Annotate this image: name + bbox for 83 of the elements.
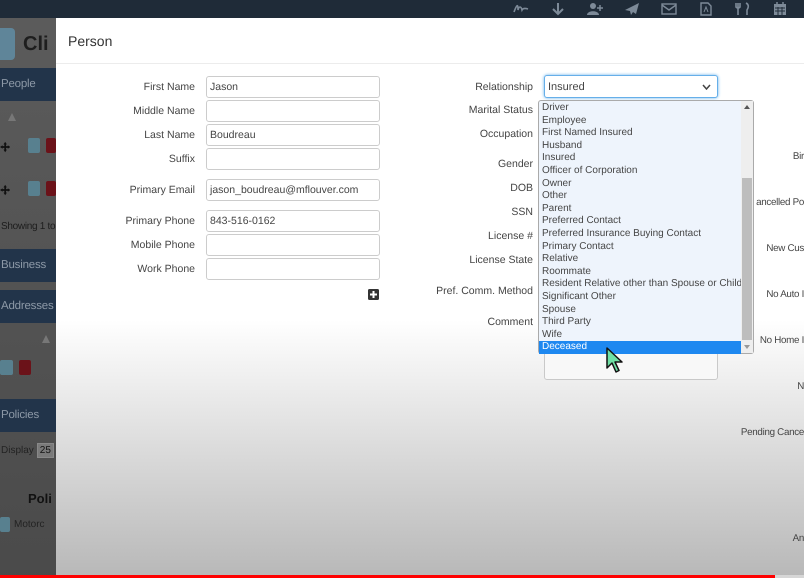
input-field[interactable] bbox=[206, 100, 380, 122]
dropdown-option[interactable]: Preferred Insurance Buying Contact bbox=[539, 228, 741, 241]
relationship-select[interactable]: Insured bbox=[544, 75, 718, 98]
field-label: No Auto I bbox=[766, 288, 804, 302]
field-label: License State bbox=[468, 253, 533, 268]
field-label: Middle Name bbox=[132, 105, 195, 117]
move-icon[interactable] bbox=[0, 184, 10, 196]
field-label: Last Name bbox=[143, 129, 195, 141]
field-label: Mobile Phone bbox=[130, 239, 195, 251]
dropdown-option[interactable]: Primary Contact bbox=[539, 240, 741, 254]
scroll-down-icon[interactable] bbox=[744, 345, 750, 349]
field-label: SSN bbox=[510, 205, 533, 220]
scroll-up-icon[interactable] bbox=[744, 105, 750, 109]
section-header: Addresses bbox=[0, 290, 56, 323]
column-heading: Poli bbox=[27, 490, 53, 508]
client-avatar bbox=[0, 28, 15, 60]
input-field[interactable]: 843-516-0162 bbox=[206, 210, 380, 232]
dropdown-option[interactable]: Deceased bbox=[539, 341, 741, 354]
arrow-down-icon[interactable] bbox=[550, 2, 566, 16]
dropdown-option[interactable]: Preferred Contact bbox=[539, 215, 741, 228]
delete-button[interactable] bbox=[46, 138, 56, 153]
field-label: Gender bbox=[496, 157, 533, 172]
delete-button[interactable] bbox=[46, 181, 56, 196]
page-heading: Cli bbox=[23, 32, 49, 56]
pdf-file-icon[interactable] bbox=[698, 2, 714, 16]
send-icon[interactable] bbox=[624, 2, 640, 16]
input-field[interactable]: Boudreau bbox=[206, 124, 380, 146]
field-label: No Home I bbox=[760, 334, 804, 348]
dropdown-option[interactable]: Owner bbox=[539, 178, 741, 190]
field-label: Work Phone bbox=[136, 263, 195, 275]
dropdown-option[interactable]: Officer of Corporation bbox=[539, 164, 741, 178]
dropdown-option[interactable]: Driver bbox=[539, 102, 741, 115]
input-field[interactable]: jason_boudreau@mflouver.com bbox=[206, 179, 380, 201]
field-label: Relationship bbox=[474, 80, 533, 95]
field-label: DOB bbox=[509, 181, 533, 196]
move-icon[interactable] bbox=[0, 141, 10, 153]
dropdown-option[interactable]: Parent bbox=[539, 202, 741, 216]
field-label: Primary Phone bbox=[124, 215, 195, 227]
field-label: ancelled Po bbox=[756, 196, 804, 210]
input-field[interactable] bbox=[206, 148, 380, 170]
field-label: Occupation bbox=[478, 127, 533, 142]
dropdown-option[interactable]: Third Party bbox=[539, 316, 741, 329]
section-header: Business bbox=[0, 249, 56, 282]
add-user-icon[interactable] bbox=[587, 2, 603, 16]
field-label: N bbox=[797, 380, 804, 394]
field-label: Comment bbox=[486, 315, 533, 330]
dropdown-option[interactable]: Roommate bbox=[539, 266, 741, 278]
field-label: Marital Status bbox=[468, 103, 533, 118]
dropdown-option[interactable]: Other bbox=[539, 190, 741, 203]
field-label: License # bbox=[487, 229, 533, 244]
edit-button[interactable] bbox=[0, 516, 10, 532]
section-header: Policies bbox=[0, 399, 56, 432]
add-icon[interactable] bbox=[368, 289, 379, 300]
scrollbar[interactable] bbox=[741, 101, 753, 353]
field-label: Suffix bbox=[168, 153, 195, 165]
dropdown-option[interactable]: Husband bbox=[539, 140, 741, 152]
chevron-icon bbox=[702, 84, 711, 90]
envelope-icon[interactable] bbox=[661, 2, 677, 16]
sort-arrow-icon[interactable] bbox=[8, 113, 16, 121]
input-field[interactable] bbox=[206, 234, 380, 256]
input-field[interactable] bbox=[206, 258, 380, 280]
dropdown-option[interactable]: Insured bbox=[539, 152, 741, 165]
dropdown-option[interactable]: First Named Insured bbox=[539, 127, 741, 140]
modal-title: Person bbox=[56, 18, 804, 64]
page-size-select[interactable]: 25 bbox=[36, 443, 54, 458]
field-label: Primary Email bbox=[128, 184, 195, 196]
field-label: Pending Cance bbox=[740, 426, 804, 440]
dropdown-option[interactable]: Relative bbox=[539, 253, 741, 266]
dropdown-option[interactable]: Significant Other bbox=[539, 290, 741, 304]
field-label: Bir bbox=[792, 150, 804, 164]
sort-arrow-icon[interactable] bbox=[42, 335, 50, 343]
dropdown-option[interactable]: Employee bbox=[539, 114, 741, 128]
input-field[interactable]: Jason bbox=[206, 76, 380, 98]
field-label: First Name bbox=[142, 81, 195, 93]
field-label: An bbox=[792, 532, 804, 546]
section-header: People bbox=[0, 68, 56, 101]
dropdown-option[interactable]: Wife bbox=[539, 328, 741, 342]
field-label: New Cus bbox=[766, 242, 804, 256]
field-label: Pref. Comm. Method bbox=[435, 284, 533, 299]
table-info: Showing 1 to bbox=[0, 220, 56, 234]
utensils-icon[interactable] bbox=[735, 2, 751, 16]
calendar-icon[interactable] bbox=[772, 2, 788, 16]
dropdown-option[interactable]: Spouse bbox=[539, 304, 741, 316]
